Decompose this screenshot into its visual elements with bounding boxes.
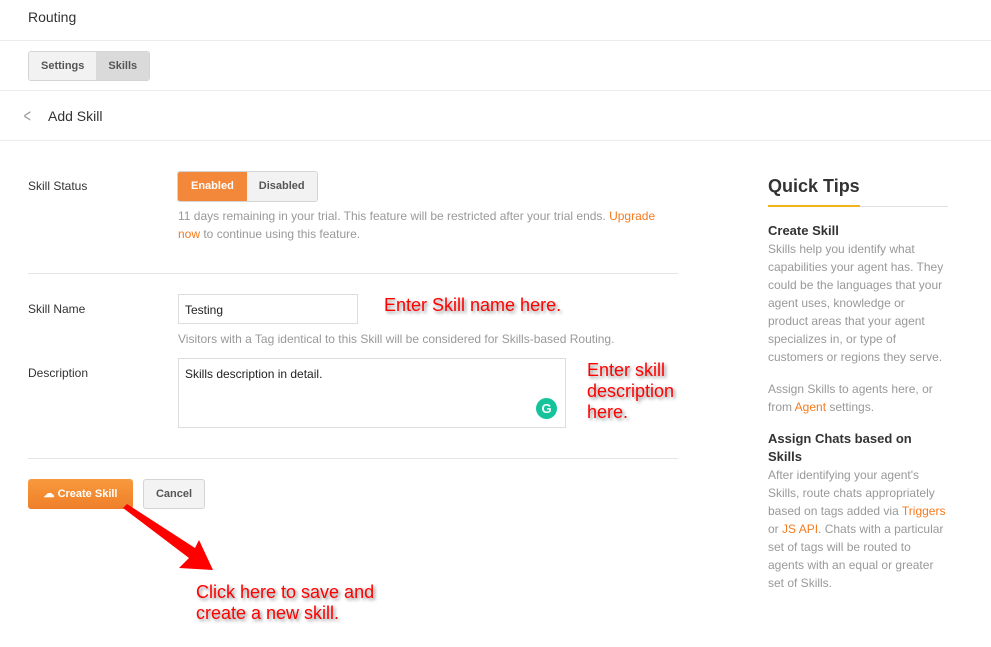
- annotation-create: Click here to save and create a new skil…: [196, 582, 375, 623]
- divider: [0, 140, 991, 141]
- description-label: Description: [28, 366, 89, 380]
- page-title: Routing: [28, 9, 77, 25]
- assign-chats-tip-text: After identifying your agent's Skills, r…: [768, 466, 948, 592]
- trial-notice: 11 days remaining in your trial. This fe…: [178, 207, 668, 243]
- tab-group: Settings Skills: [28, 51, 151, 81]
- description-text: Skills description in detail.: [185, 367, 323, 381]
- quick-tips-title-text: Quick Tips: [768, 176, 860, 196]
- quick-tips-panel: Quick Tips Create Skill Skills help you …: [768, 176, 948, 592]
- create-skill-tip-title: Create Skill: [768, 223, 839, 238]
- tab-skills[interactable]: Skills: [96, 52, 150, 80]
- skill-name-label: Skill Name: [28, 302, 86, 316]
- cloud-upload-icon: ☁: [43, 488, 55, 500]
- skill-name-help: Visitors with a Tag identical to this Sk…: [178, 332, 615, 346]
- triggers-link[interactable]: Triggers: [902, 504, 946, 518]
- create-skill-label: Create Skill: [57, 488, 118, 500]
- status-toggle: Enabled Disabled: [177, 171, 318, 202]
- divider: [0, 90, 991, 91]
- skill-status-label: Skill Status: [28, 179, 88, 193]
- skill-name-input[interactable]: Testing: [178, 294, 358, 324]
- description-textarea[interactable]: Skills description in detail.: [178, 358, 566, 428]
- assign-skills-tip: Assign Skills to agents here, or from Ag…: [768, 380, 948, 416]
- tab-settings[interactable]: Settings: [29, 52, 97, 80]
- back-chevron-icon[interactable]: <: [24, 106, 31, 127]
- grammarly-icon[interactable]: G: [536, 398, 557, 419]
- subpage-title: Add Skill: [48, 108, 103, 124]
- create-skill-tip-text: Skills help you identify what capabiliti…: [768, 242, 944, 364]
- annotation-name: Enter Skill name here.: [384, 295, 562, 315]
- quick-tips-title: Quick Tips: [768, 176, 948, 207]
- divider: [0, 40, 991, 41]
- divider: [28, 458, 678, 459]
- red-arrow-icon: [123, 504, 213, 570]
- divider: [28, 273, 678, 274]
- tip-text: settings.: [826, 400, 875, 414]
- agent-link[interactable]: Agent: [795, 400, 826, 414]
- js-api-link[interactable]: JS API: [782, 522, 818, 536]
- trial-suffix: to continue using this feature.: [200, 227, 361, 241]
- annotation-description: Enter skill description here.: [587, 360, 675, 422]
- assign-chats-tip-title: Assign Chats based on Skills: [768, 431, 912, 464]
- tip-text: or: [768, 522, 783, 536]
- disabled-option[interactable]: Disabled: [246, 172, 317, 201]
- trial-text: 11 days remaining in your trial. This fe…: [178, 209, 610, 223]
- title-underline: [768, 205, 860, 207]
- enabled-option[interactable]: Enabled: [178, 172, 247, 201]
